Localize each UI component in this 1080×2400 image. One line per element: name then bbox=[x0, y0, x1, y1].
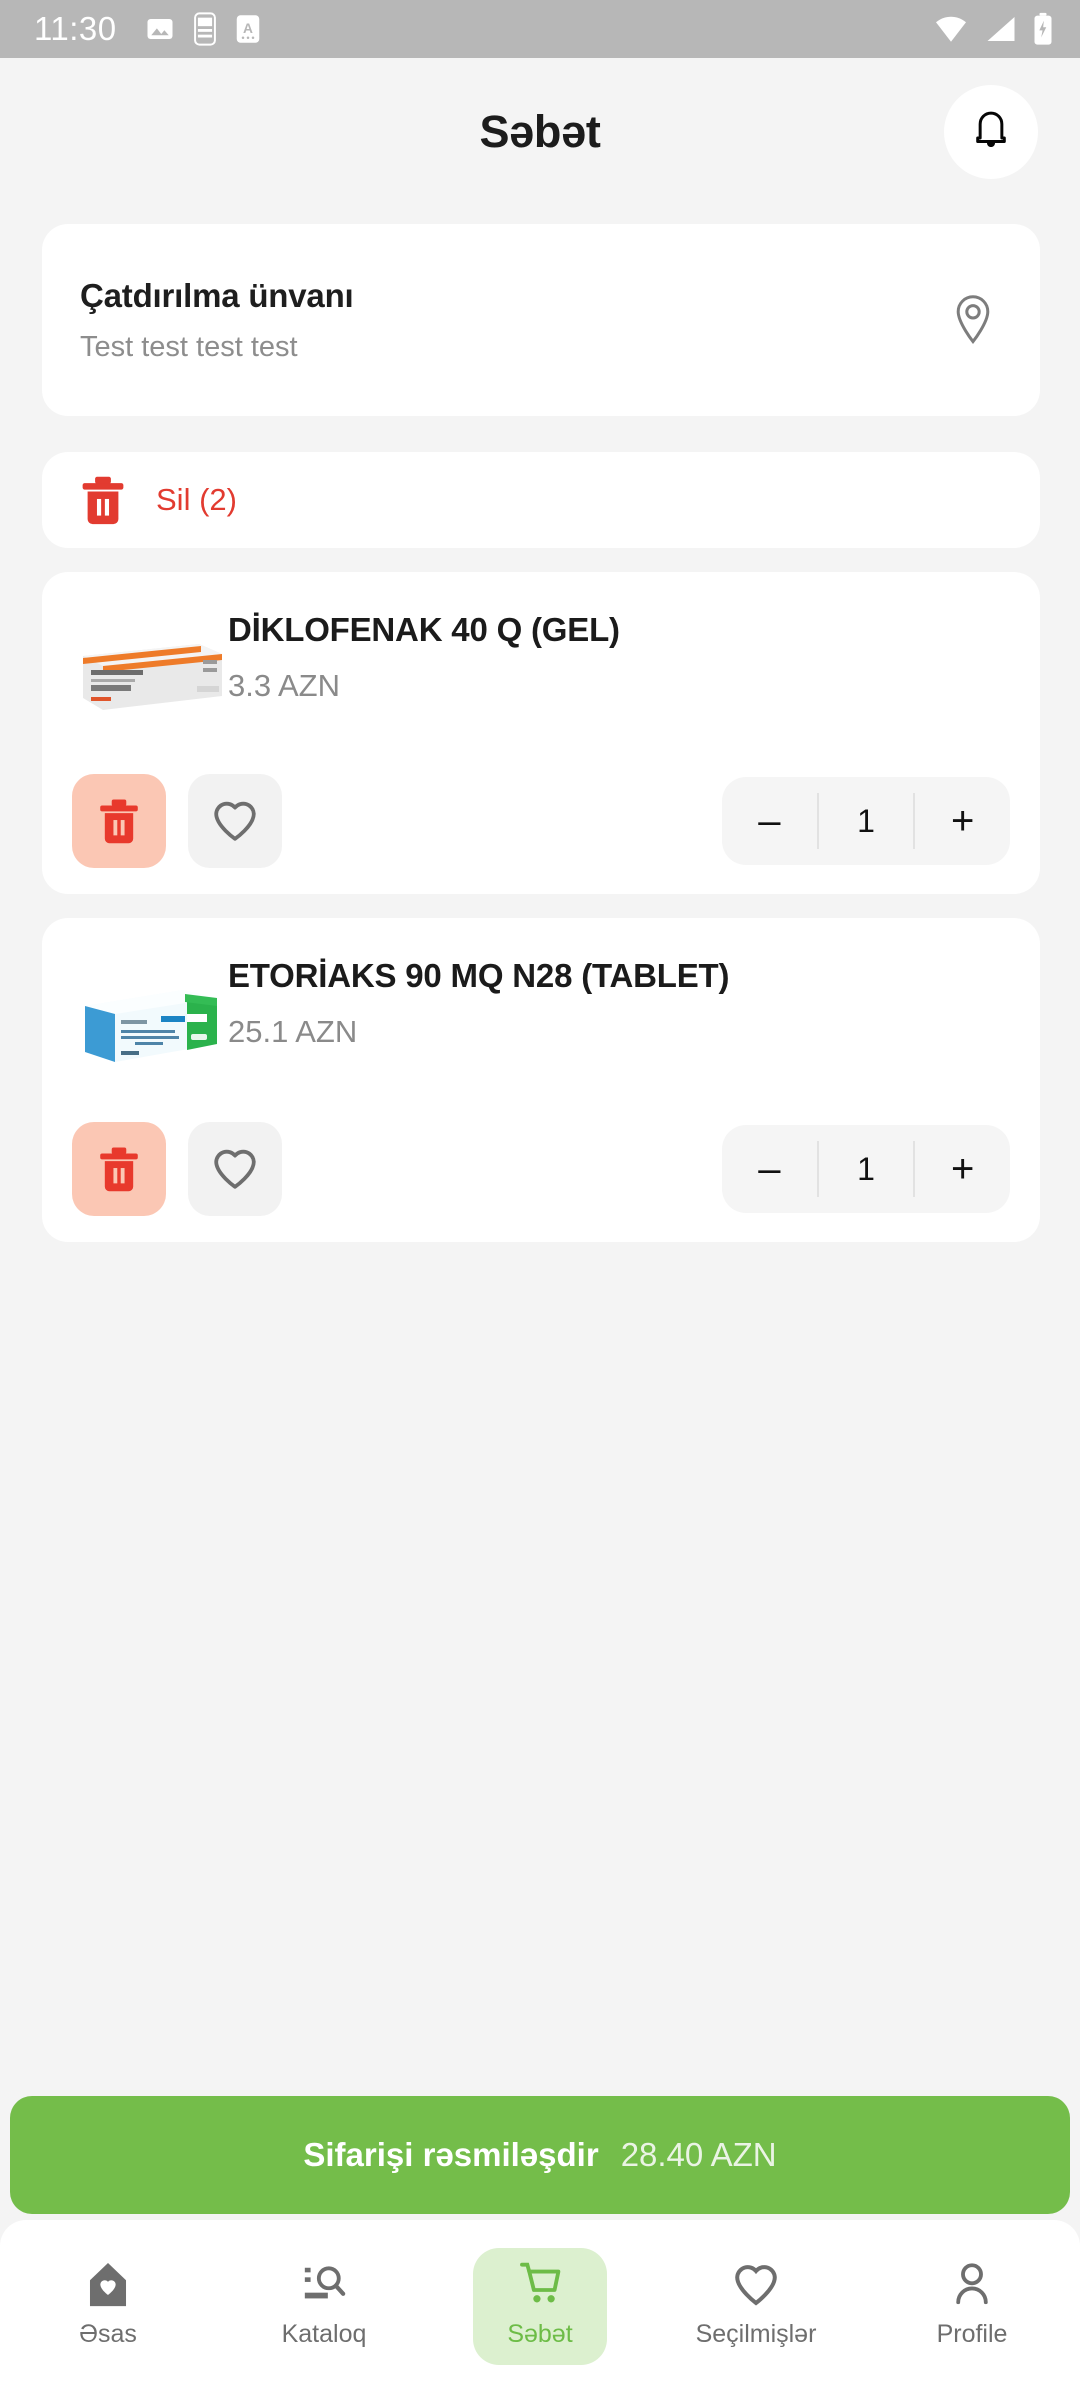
quantity-stepper: – 1 + bbox=[722, 1125, 1010, 1213]
status-time: 11:30 bbox=[34, 10, 117, 47]
notification-button[interactable] bbox=[944, 85, 1038, 179]
delivery-address-card[interactable]: Çatdırılma ünvanı Test test test test bbox=[42, 224, 1040, 416]
cart-content: Çatdırılma ünvanı Test test test test Si… bbox=[0, 224, 1080, 1242]
cart-item-summary: DİKLOFENAK 40 Q (GEL) 3.3 AZN bbox=[72, 600, 1010, 728]
delete-all-bar[interactable]: Sil (2) bbox=[42, 452, 1040, 548]
location-pin-icon[interactable] bbox=[950, 294, 996, 346]
heart-icon bbox=[735, 2265, 777, 2306]
remove-item-button[interactable] bbox=[72, 774, 166, 868]
product-thumbnail[interactable] bbox=[72, 600, 228, 722]
heart-icon bbox=[214, 801, 256, 841]
svg-text:A: A bbox=[243, 21, 253, 36]
cart-icon bbox=[520, 2262, 561, 2303]
wifi-icon bbox=[936, 16, 966, 42]
font-size-icon: A bbox=[236, 15, 259, 43]
person-icon bbox=[956, 2263, 988, 2305]
search-list-icon bbox=[304, 2266, 346, 2299]
nav-item-secilmisler[interactable]: Seçilmişlər bbox=[648, 2234, 864, 2365]
checkout-label: Sifarişi rəsmiləşdir bbox=[303, 2136, 599, 2173]
cellular-signal-icon bbox=[987, 17, 1015, 41]
product-price: 3.3 AZN bbox=[228, 667, 340, 703]
add-to-favorites-button[interactable] bbox=[188, 774, 282, 868]
battery-saver-icon bbox=[193, 12, 216, 46]
nav-item-kataloq[interactable]: Kataloq bbox=[216, 2234, 432, 2365]
cart-item-actions: – 1 + bbox=[72, 1122, 1010, 1216]
home-heart-icon bbox=[89, 2262, 127, 2307]
trash-icon bbox=[82, 476, 124, 525]
nav-label: Səbət bbox=[507, 2320, 573, 2348]
bell-icon bbox=[976, 111, 1006, 148]
nav-label: Kataloq bbox=[281, 2320, 367, 2348]
cart-item: DİKLOFENAK 40 Q (GEL) 3.3 AZN – 1 + bbox=[42, 572, 1040, 894]
delivery-address-value: Test test test test bbox=[80, 330, 298, 363]
bottom-navigation: Əsas Kataloq Səbət Seçilmişlər Profile bbox=[0, 2220, 1080, 2400]
cart-item-summary: ETORİAKS 90 MQ N28 (TABLET) 25.1 AZN bbox=[72, 946, 1010, 1076]
checkout-total: 28.40 AZN bbox=[620, 2136, 777, 2173]
nav-label: Əsas bbox=[79, 2320, 137, 2348]
status-right-icons bbox=[932, 12, 1054, 46]
remove-item-button[interactable] bbox=[72, 1122, 166, 1216]
battery-charging-icon bbox=[1034, 12, 1052, 45]
add-to-favorites-button[interactable] bbox=[188, 1122, 282, 1216]
nav-item-esas[interactable]: Əsas bbox=[0, 2234, 216, 2365]
quantity-value: 1 bbox=[857, 1150, 875, 1187]
cart-item-info: DİKLOFENAK 40 Q (GEL) 3.3 AZN bbox=[228, 600, 1010, 704]
quantity-value: 1 bbox=[857, 802, 875, 839]
increment-quantity-button[interactable]: + bbox=[915, 1125, 1010, 1213]
trash-icon bbox=[100, 799, 138, 844]
cart-item-actions: – 1 + bbox=[72, 774, 1010, 868]
product-price: 25.1 AZN bbox=[228, 1013, 358, 1049]
quantity-stepper: – 1 + bbox=[722, 777, 1010, 865]
delivery-address-title: Çatdırılma ünvanı bbox=[80, 276, 354, 314]
image-icon bbox=[147, 19, 173, 39]
gel-box-image bbox=[83, 644, 222, 710]
nav-label: Seçilmişlər bbox=[695, 2320, 817, 2348]
cart-item-info: ETORİAKS 90 MQ N28 (TABLET) 25.1 AZN bbox=[228, 946, 1010, 1050]
cart-item: ETORİAKS 90 MQ N28 (TABLET) 25.1 AZN – 1… bbox=[42, 918, 1040, 1242]
checkout-button[interactable]: Sifarişi rəsmiləşdir 28.40 AZN bbox=[10, 2096, 1070, 2214]
decrement-quantity-button[interactable]: – bbox=[722, 1125, 817, 1213]
decrement-quantity-button[interactable]: – bbox=[722, 777, 817, 865]
status-bar: 11:30 A bbox=[0, 0, 1080, 58]
status-left-icons: A bbox=[145, 12, 261, 46]
page-header: Səbət bbox=[0, 58, 1080, 206]
page-title: Səbət bbox=[479, 106, 601, 157]
nav-item-sebet[interactable]: Səbət bbox=[432, 2234, 648, 2365]
product-name[interactable]: DİKLOFENAK 40 Q (GEL) bbox=[228, 610, 1010, 650]
nav-item-profile[interactable]: Profile bbox=[864, 2234, 1080, 2365]
trash-icon bbox=[100, 1147, 138, 1192]
product-name[interactable]: ETORİAKS 90 MQ N28 (TABLET) bbox=[228, 956, 1010, 996]
heart-icon bbox=[214, 1149, 256, 1189]
tablet-box-image bbox=[85, 990, 217, 1062]
delete-all-label: Sil (2) bbox=[156, 482, 237, 517]
delivery-address-text: Çatdırılma ünvanı Test test test test bbox=[80, 277, 950, 364]
product-thumbnail[interactable] bbox=[72, 946, 228, 1076]
increment-quantity-button[interactable]: + bbox=[915, 777, 1010, 865]
nav-label: Profile bbox=[936, 2320, 1008, 2348]
